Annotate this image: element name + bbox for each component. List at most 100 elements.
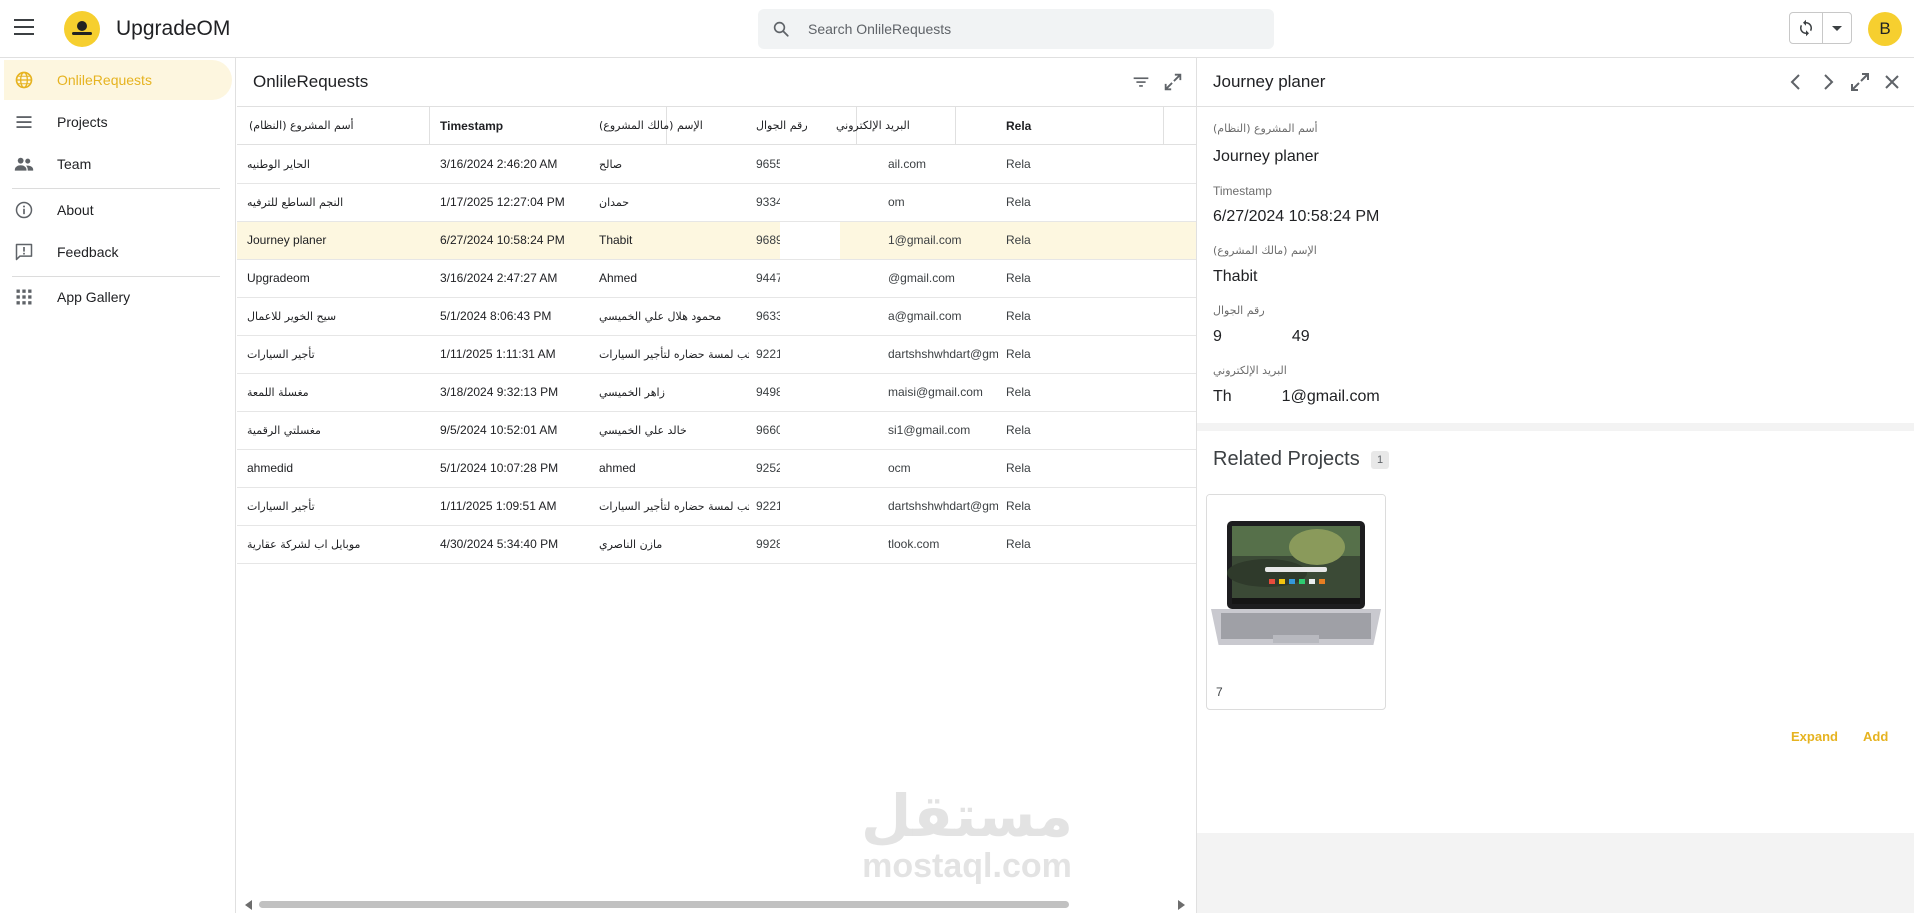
sidebar-item-label: Feedback [57, 244, 119, 260]
table-row[interactable]: سيح الخوير للاعمال 5/1/2024 8:06:43 PM محم… [237, 298, 1196, 336]
cell-phone: 9660 [756, 423, 780, 437]
table-row[interactable]: ahmedid 5/1/2024 10:07:28 PM ahmed 9252 ocm R… [237, 450, 1196, 488]
cell-phone: 9447 [756, 271, 780, 285]
cell-owner: ahmed [599, 461, 636, 475]
column-header-owner[interactable]: الإسم (مالك المشروع) [599, 107, 769, 145]
cell-project: سيح الخوير للاعمال [247, 310, 337, 323]
cell-timestamp: 5/1/2024 10:07:28 PM [440, 461, 559, 475]
scroll-right-icon[interactable] [1178, 900, 1185, 910]
cell-project: الحاير الوطنيه [247, 158, 310, 171]
redacted-cell [780, 526, 888, 564]
sidebar-item-team[interactable]: Team [4, 144, 232, 184]
table-row[interactable]: الحاير الوطنيه 3/16/2024 2:46:20 AM صالح 96… [237, 146, 1196, 184]
table-row[interactable]: مغسلتي الرقمية 9/5/2024 10:52:01 AM خالد ع… [237, 412, 1196, 450]
redacted-block [780, 488, 840, 525]
cell-owner: Ahmed [599, 271, 638, 285]
app-title: UpgradeOM [116, 17, 231, 40]
search-input[interactable] [808, 9, 1258, 49]
cell-phone: 9221 [756, 347, 780, 361]
column-header-related[interactable]: Rela [1006, 107, 1036, 145]
cell-related: Rela [1006, 537, 1031, 551]
column-header-email[interactable]: البريد الإلكتروني [836, 107, 1016, 145]
cell-related: Rela [1006, 461, 1031, 475]
sidebar-item-app-gallery[interactable]: App Gallery [4, 277, 232, 317]
watermark-arabic: مستقل [860, 782, 1074, 850]
redacted-cell [780, 184, 888, 222]
cell-related: Rela [1006, 157, 1031, 171]
redacted-cell [780, 146, 888, 184]
menu-icon[interactable] [14, 19, 34, 35]
table-row[interactable]: تأجير السيارات 1/11/2025 1:09:51 AM مكتب ل… [237, 488, 1196, 526]
related-project-card[interactable]: 7 [1206, 494, 1386, 710]
cell-owner: حمدان [599, 196, 630, 209]
cell-owner: مكتب لمسة حضاره لتأجير السيارات [599, 500, 749, 513]
cell-email: si1@gmail.com [888, 423, 971, 437]
list-icon [16, 116, 32, 128]
chevron-right-icon[interactable] [1816, 70, 1840, 94]
sync-icon [1800, 19, 1812, 37]
table-row[interactable]: Journey planer 6/27/2024 10:58:24 PM Thabi… [237, 222, 1196, 260]
redacted-block [780, 450, 840, 487]
redacted-block [780, 222, 840, 259]
cell-phone: 9221 [756, 499, 780, 513]
column-header-timestamp[interactable]: Timestamp [440, 107, 580, 145]
table-row[interactable]: Upgradeom 3/16/2024 2:47:27 AM Ahmed 9447 @g… [237, 260, 1196, 298]
redacted-block [780, 412, 840, 449]
sidebar-item-onlilerequests[interactable]: OnlileRequests [4, 60, 232, 100]
column-header-project[interactable]: أسم المشروع (النظام) [249, 107, 429, 145]
table-row[interactable]: مغسلة اللمعة 3/18/2024 9:32:13 PM زاهر الخ… [237, 374, 1196, 412]
table-row[interactable]: موبايل اب لشركة عقارية 4/30/2024 5:34:40 … [237, 526, 1196, 564]
table-row[interactable]: تأجير السيارات 1/11/2025 1:11:31 AM مكتب ل… [237, 336, 1196, 374]
cell-email: dartshshwhdart@gm... [888, 499, 998, 513]
sidebar-item-projects[interactable]: Projects [4, 102, 232, 142]
expand-icon[interactable] [1162, 71, 1184, 93]
field-value-project: Journey planer [1213, 148, 1319, 165]
column-divider [1163, 107, 1164, 145]
scroll-left-icon[interactable] [245, 900, 252, 910]
avatar[interactable]: B [1868, 12, 1902, 46]
table-pane: OnlileRequests أسم المشروع (النظام) Time… [237, 58, 1196, 913]
cell-phone: 9633 [756, 309, 780, 323]
sidebar-item-label: Team [57, 156, 92, 172]
sync-dropdown-button[interactable] [1823, 13, 1851, 43]
add-button[interactable]: Add [1863, 729, 1888, 744]
cell-timestamp: 1/11/2025 1:11:31 AM [440, 347, 556, 361]
cell-phone: 9334 [756, 195, 780, 209]
sidebar-item-label: About [57, 202, 94, 218]
redacted-block [780, 184, 840, 221]
cell-email: @gmail.com [888, 271, 955, 285]
sidebar-item-feedback[interactable]: Feedback [4, 232, 232, 272]
redacted-block [780, 526, 840, 563]
chevron-left-icon[interactable] [1784, 70, 1808, 94]
column-divider [429, 107, 430, 145]
expand-icon[interactable] [1848, 70, 1872, 94]
table-row[interactable]: النجم الساطع للترفيه 1/17/2025 12:27:04 P… [237, 184, 1196, 222]
horizontal-scrollbar[interactable] [245, 898, 1185, 910]
cell-email: maisi@gmail.com [888, 385, 983, 399]
sidebar-item-label: App Gallery [57, 289, 131, 305]
filter-icon[interactable] [1130, 71, 1152, 93]
cell-phone: 9928 [756, 537, 780, 551]
search-bar[interactable] [758, 9, 1274, 49]
related-project-label: 7 [1216, 685, 1223, 699]
close-icon[interactable] [1880, 70, 1904, 94]
cell-project: Upgradeom [247, 271, 310, 285]
cell-email: ail.com [888, 157, 927, 171]
people-icon [14, 157, 34, 171]
cell-related: Rela [1006, 347, 1031, 361]
field-label-timestamp: Timestamp [1213, 184, 1272, 198]
phone-end: 49 [1291, 328, 1310, 345]
cell-email: ocm [888, 461, 911, 475]
sidebar-item-about[interactable]: About [4, 190, 232, 230]
redacted-block [780, 146, 840, 183]
cell-related: Rela [1006, 233, 1031, 247]
cell-timestamp: 3/16/2024 2:46:20 AM [440, 157, 558, 171]
field-value-email: Th 1@gmail.com [1213, 388, 1380, 406]
column-header-phone[interactable]: رقم الجوال [756, 107, 836, 145]
sync-button[interactable] [1790, 13, 1823, 43]
expand-button[interactable]: Expand [1791, 729, 1838, 744]
scrollbar-thumb[interactable] [259, 901, 1069, 908]
cell-timestamp: 3/18/2024 9:32:13 PM [440, 385, 559, 399]
cell-project: تأجير السيارات [247, 500, 315, 513]
top-bar: UpgradeOM B [0, 0, 1914, 58]
